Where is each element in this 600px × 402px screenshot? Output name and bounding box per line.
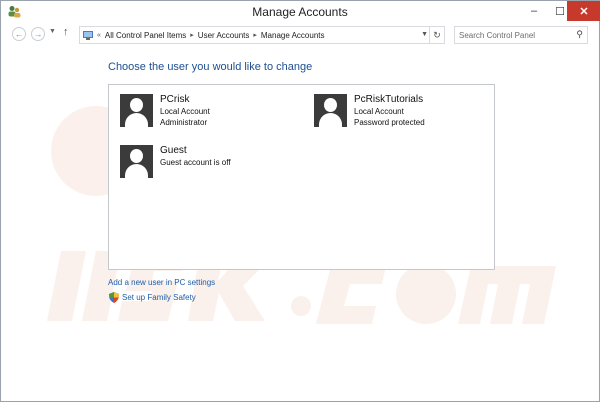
account-detail: Password protected xyxy=(354,118,425,127)
account-tile-pcrisk[interactable]: PCrisk Local Account Administrator xyxy=(120,94,210,128)
user-avatar-icon xyxy=(314,94,347,127)
breadcrumb-overflow-icon[interactable]: « xyxy=(97,32,101,39)
breadcrumb-user-accounts[interactable]: User Accounts xyxy=(198,31,250,40)
address-bar[interactable]: « All Control Panel Items ▸ User Account… xyxy=(79,26,445,44)
account-name: PCrisk xyxy=(160,94,190,105)
user-avatar-icon xyxy=(120,145,153,178)
recent-locations-dropdown-icon[interactable]: ▼ xyxy=(49,28,56,35)
page-heading: Choose the user you would like to change xyxy=(108,61,313,73)
account-type: Local Account xyxy=(160,107,210,116)
account-type: Guest account is off xyxy=(160,158,231,167)
navigation-bar: ← → ▼ ↑ « All Control Panel Items ▸ User… xyxy=(1,24,599,46)
user-avatar-icon xyxy=(120,94,153,127)
address-dropdown-icon[interactable]: ▼ xyxy=(421,31,428,38)
shield-icon xyxy=(109,292,119,303)
minimize-button[interactable]: – xyxy=(521,1,547,21)
accounts-panel: PCrisk Local Account Administrator PcRis… xyxy=(108,84,495,270)
title-bar: Manage Accounts – ☐ ✕ xyxy=(1,1,600,23)
account-detail: Administrator xyxy=(160,118,208,127)
back-arrow-icon: ← xyxy=(14,29,24,39)
manage-accounts-window: Manage Accounts – ☐ ✕ ← → ▼ ↑ « All Cont… xyxy=(0,0,600,402)
breadcrumb-all-control-panel-items[interactable]: All Control Panel Items xyxy=(105,31,186,40)
forward-button[interactable]: → xyxy=(31,27,45,41)
search-icon[interactable]: ⚲ xyxy=(576,29,583,40)
breadcrumb-manage-accounts[interactable]: Manage Accounts xyxy=(261,31,325,40)
control-panel-icon xyxy=(83,30,93,40)
account-tile-guest[interactable]: Guest Guest account is off xyxy=(120,145,231,178)
account-type: Local Account xyxy=(354,107,404,116)
breadcrumb-separator-icon[interactable]: ▸ xyxy=(253,31,257,39)
forward-arrow-icon: → xyxy=(33,29,43,39)
breadcrumb-separator-icon[interactable]: ▸ xyxy=(190,31,194,39)
back-button[interactable]: ← xyxy=(12,27,26,41)
account-tile-pcrisktutorials[interactable]: PcRiskTutorials Local Account Password p… xyxy=(314,94,425,128)
add-new-user-link[interactable]: Add a new user in PC settings xyxy=(108,278,215,287)
refresh-icon[interactable]: ↻ xyxy=(429,27,444,43)
account-name: Guest xyxy=(160,145,187,156)
account-name: PcRiskTutorials xyxy=(354,94,424,105)
close-button[interactable]: ✕ xyxy=(567,1,600,21)
window-title: Manage Accounts xyxy=(252,5,348,19)
up-arrow-icon[interactable]: ↑ xyxy=(63,26,69,38)
search-box[interactable]: ⚲ xyxy=(454,26,588,44)
family-safety-link[interactable]: Set up Family Safety xyxy=(122,293,196,302)
search-input[interactable] xyxy=(455,27,571,42)
